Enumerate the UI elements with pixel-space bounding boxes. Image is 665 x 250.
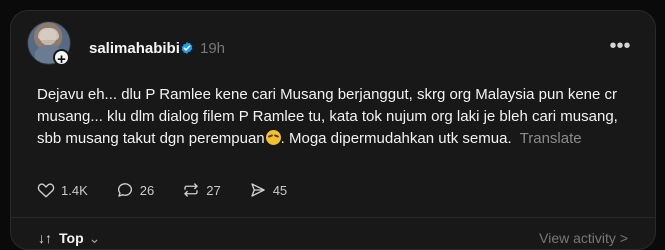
repost-count: 27: [206, 182, 221, 198]
post-actions: 1.4K 26 27 45: [37, 180, 315, 200]
section-divider: [10, 217, 656, 218]
avatar-container[interactable]: +: [27, 21, 73, 68]
view-activity-link[interactable]: View activity >: [539, 230, 628, 246]
view-activity-label: View activity: [539, 230, 616, 246]
username[interactable]: salimahabibi: [89, 40, 180, 57]
sort-arrows-icon: ↓↑: [38, 230, 52, 246]
embarrassed-emoji-icon: [265, 130, 281, 145]
repost-icon: [184, 183, 198, 197]
heart-icon: [37, 183, 55, 198]
translate-link[interactable]: Translate: [520, 130, 582, 147]
threads-post-view: + salimahabibi 19h ••• Dejavu eh... dlu …: [0, 0, 665, 250]
post-text-end: . Moga dipermudahkan utk semua.: [280, 130, 512, 147]
sort-dropdown[interactable]: ↓↑ Top ⌄: [38, 230, 100, 247]
post-text: Dejavu eh... dlu P Ramlee kene cari Musa…: [37, 84, 627, 150]
chevron-down-icon: ⌄: [88, 230, 101, 246]
share-count: 45: [272, 182, 288, 198]
comment-bubble-icon: [117, 183, 132, 197]
follow-plus-icon[interactable]: +: [53, 49, 70, 68]
chevron-right-icon: >: [619, 230, 628, 246]
more-options-button[interactable]: •••: [609, 36, 631, 56]
share-button[interactable]: 45: [249, 181, 287, 199]
like-count: 1.4K: [61, 182, 88, 198]
like-button[interactable]: 1.4K: [37, 181, 88, 199]
post-time: 19h: [200, 40, 226, 57]
verified-badge-icon: [181, 42, 193, 54]
sort-label: Top: [59, 230, 84, 246]
repost-button[interactable]: 27: [182, 181, 221, 199]
send-icon: [251, 183, 265, 197]
comment-button[interactable]: 26: [116, 181, 154, 199]
comment-count: 26: [139, 182, 155, 198]
